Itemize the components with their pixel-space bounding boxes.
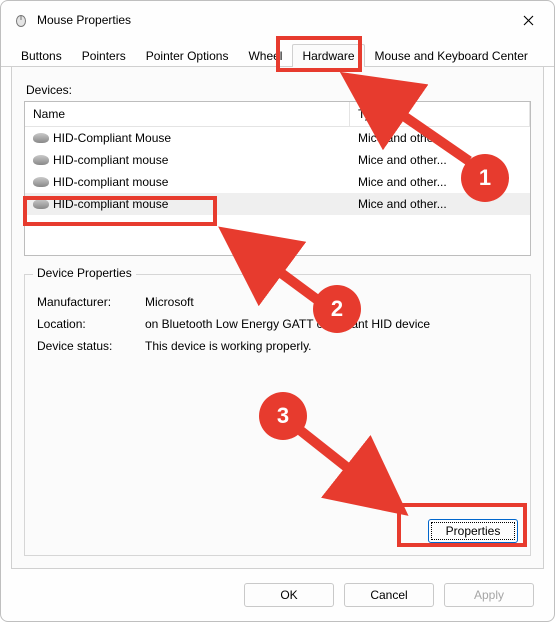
tab-strip: Buttons Pointers Pointer Options Wheel H… <box>1 41 554 67</box>
tab-mouse-keyboard-center[interactable]: Mouse and Keyboard Center <box>365 44 538 67</box>
device-row[interactable]: HID-compliant mouse Mice and other... <box>25 171 530 193</box>
location-value: on Bluetooth Low Energy GATT compliant H… <box>145 317 518 331</box>
device-row[interactable]: HID-compliant mouse Mice and other... <box>25 149 530 171</box>
col-name[interactable]: Name <box>25 102 350 127</box>
hardware-panel: Devices: Name Type HID-Compliant Mouse M… <box>11 67 544 569</box>
device-row-selected[interactable]: HID-compliant mouse Mice and other... <box>25 193 530 215</box>
titlebar: Mouse Properties <box>1 1 554 39</box>
manufacturer-label: Manufacturer: <box>37 295 145 309</box>
tab-hardware[interactable]: Hardware <box>292 44 364 67</box>
tab-pointer-options[interactable]: Pointer Options <box>136 44 239 67</box>
mouse-device-icon <box>33 177 49 187</box>
apply-button[interactable]: Apply <box>444 583 534 607</box>
col-type[interactable]: Type <box>350 102 530 127</box>
device-properties-group: Device Properties Manufacturer: Microsof… <box>24 274 531 556</box>
mouse-device-icon <box>33 199 49 209</box>
mouse-icon <box>13 12 29 28</box>
location-label: Location: <box>37 317 145 331</box>
tab-buttons[interactable]: Buttons <box>11 44 72 67</box>
status-label: Device status: <box>37 339 145 353</box>
mouse-properties-dialog: Mouse Properties Buttons Pointers Pointe… <box>0 0 555 622</box>
ok-button[interactable]: OK <box>244 583 334 607</box>
manufacturer-value: Microsoft <box>145 295 518 309</box>
devices-list[interactable]: Name Type HID-Compliant Mouse Mice and o… <box>24 101 531 256</box>
close-button[interactable] <box>508 6 548 34</box>
mouse-device-icon <box>33 133 49 143</box>
cancel-button[interactable]: Cancel <box>344 583 434 607</box>
tab-wheel[interactable]: Wheel <box>238 44 292 67</box>
device-properties-legend: Device Properties <box>33 266 136 280</box>
devices-label: Devices: <box>26 83 531 97</box>
device-row[interactable]: HID-Compliant Mouse Mice and other... <box>25 127 530 149</box>
window-title: Mouse Properties <box>37 13 508 27</box>
tab-pointers[interactable]: Pointers <box>72 44 136 67</box>
close-icon <box>523 15 534 26</box>
status-value: This device is working properly. <box>145 339 518 353</box>
dialog-footer: OK Cancel Apply <box>1 577 554 621</box>
devices-header: Name Type <box>25 102 530 127</box>
mouse-device-icon <box>33 155 49 165</box>
properties-button[interactable]: Properties <box>428 519 518 543</box>
